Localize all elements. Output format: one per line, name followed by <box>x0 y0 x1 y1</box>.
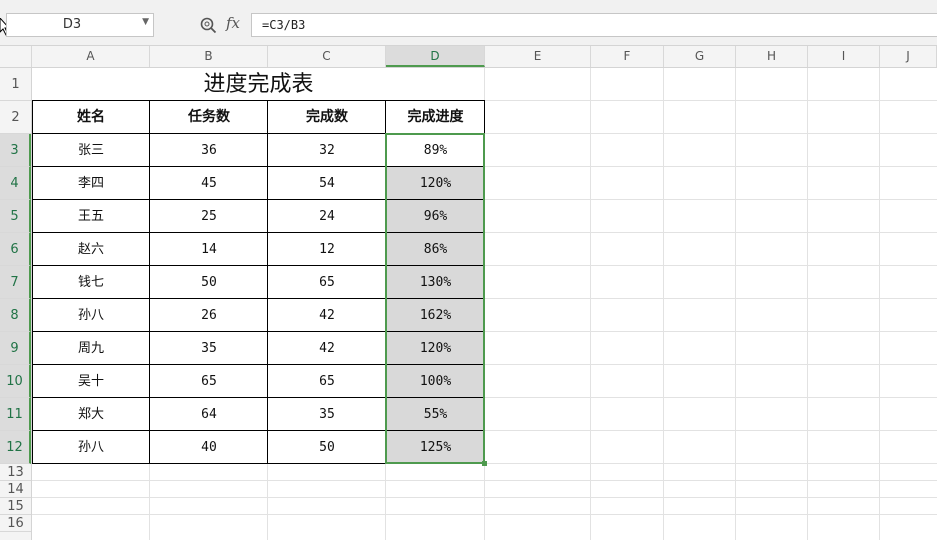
zoom-icon[interactable] <box>199 16 217 34</box>
column-header-d[interactable]: D <box>386 46 485 67</box>
gridline-vertical <box>879 68 880 540</box>
task-count-cell[interactable]: 64 <box>150 398 268 431</box>
done-count-cell[interactable]: 24 <box>268 200 386 233</box>
row-headers: 1 2 3 4 5 6 7 8 9 10 11 12 13 14 15 16 <box>0 68 32 540</box>
function-icon[interactable]: fx <box>226 14 240 32</box>
row-header-6[interactable]: 6 <box>0 233 31 266</box>
task-count-cell[interactable]: 25 <box>150 200 268 233</box>
gridline-vertical <box>807 68 808 540</box>
row-header-3[interactable]: 3 <box>0 134 31 167</box>
row-header-15[interactable]: 15 <box>0 498 31 515</box>
task-count-cell[interactable]: 65 <box>150 365 268 398</box>
column-header-j[interactable]: J <box>880 46 937 67</box>
done-count-cell[interactable]: 12 <box>268 233 386 266</box>
gridline-horizontal <box>32 514 937 515</box>
column-header-b[interactable]: B <box>150 46 268 67</box>
done-count-cell[interactable]: 32 <box>268 134 386 167</box>
name-cell[interactable]: 张三 <box>32 134 150 167</box>
row-header-13[interactable]: 13 <box>0 464 31 481</box>
row-header-4[interactable]: 4 <box>0 167 31 200</box>
select-all-corner[interactable] <box>0 46 32 67</box>
name-cell[interactable]: 孙八 <box>32 431 150 464</box>
column-label-cell[interactable]: 任务数 <box>150 101 268 134</box>
gridline-vertical <box>735 68 736 540</box>
row-header-11[interactable]: 11 <box>0 398 31 431</box>
done-count-cell[interactable]: 42 <box>268 299 386 332</box>
task-count-cell[interactable]: 35 <box>150 332 268 365</box>
column-header-c[interactable]: C <box>268 46 386 67</box>
name-cell[interactable]: 李四 <box>32 167 150 200</box>
row-header-14[interactable]: 14 <box>0 481 31 498</box>
column-header-i[interactable]: I <box>808 46 880 67</box>
column-headers: ABCDEFGHIJ <box>0 46 937 68</box>
name-cell[interactable]: 赵六 <box>32 233 150 266</box>
column-label-cell[interactable]: 姓名 <box>32 101 150 134</box>
name-cell[interactable]: 郑大 <box>32 398 150 431</box>
name-box-value: D3 <box>62 17 82 32</box>
fill-handle[interactable] <box>482 461 487 466</box>
row-header-10[interactable]: 10 <box>0 365 31 398</box>
done-count-cell[interactable]: 35 <box>268 398 386 431</box>
sheet-title: 进度完成表 <box>203 72 314 97</box>
done-count-cell[interactable]: 65 <box>268 266 386 299</box>
column-header-f[interactable]: F <box>591 46 664 67</box>
chevron-down-icon[interactable]: ▼ <box>142 17 149 27</box>
name-cell[interactable]: 吴十 <box>32 365 150 398</box>
task-count-cell[interactable]: 14 <box>150 233 268 266</box>
column-header-g[interactable]: G <box>664 46 736 67</box>
task-count-cell[interactable]: 40 <box>150 431 268 464</box>
row-header-1[interactable]: 1 <box>0 68 31 101</box>
row-header-8[interactable]: 8 <box>0 299 31 332</box>
gridline-horizontal <box>32 497 937 498</box>
row-header-2[interactable]: 2 <box>0 101 31 134</box>
gridline-vertical <box>663 68 664 540</box>
name-cell[interactable]: 王五 <box>32 200 150 233</box>
column-label-cell[interactable]: 完成数 <box>268 101 386 134</box>
row-header-7[interactable]: 7 <box>0 266 31 299</box>
task-count-cell[interactable]: 36 <box>150 134 268 167</box>
table-border-vertical <box>149 100 150 464</box>
row-header-16[interactable]: 16 <box>0 515 31 532</box>
done-count-cell[interactable]: 65 <box>268 365 386 398</box>
task-count-cell[interactable]: 26 <box>150 299 268 332</box>
column-header-e[interactable]: E <box>485 46 591 67</box>
column-header-a[interactable]: A <box>32 46 150 67</box>
table-border-vertical <box>267 100 268 464</box>
done-count-cell[interactable]: 54 <box>268 167 386 200</box>
name-cell[interactable]: 钱七 <box>32 266 150 299</box>
formula-toolbar: D3 ▼ fx =C3/B3 <box>0 0 937 46</box>
column-label-cell[interactable]: 完成进度 <box>386 101 485 134</box>
column-header-h[interactable]: H <box>736 46 808 67</box>
gridline-vertical <box>590 68 591 540</box>
sheet-grid[interactable]: 进度完成表 姓名 任务数 完成数 完成进度 张三 36 32 89% 李四 45 54 120% 王五 2… <box>32 68 937 540</box>
row-header-9[interactable]: 9 <box>0 332 31 365</box>
table-border-horizontal <box>32 100 485 101</box>
gridline-horizontal <box>32 480 937 481</box>
formula-input[interactable]: =C3/B3 <box>251 13 937 37</box>
task-count-cell[interactable]: 45 <box>150 167 268 200</box>
table-border-vertical <box>32 100 33 464</box>
name-cell[interactable]: 孙八 <box>32 299 150 332</box>
task-count-cell[interactable]: 50 <box>150 266 268 299</box>
name-box[interactable]: D3 ▼ <box>6 13 154 37</box>
selection-range[interactable] <box>385 133 485 464</box>
row-header-12[interactable]: 12 <box>0 431 31 464</box>
done-count-cell[interactable]: 42 <box>268 332 386 365</box>
done-count-cell[interactable]: 50 <box>268 431 386 464</box>
row-header-5[interactable]: 5 <box>0 200 31 233</box>
name-cell[interactable]: 周九 <box>32 332 150 365</box>
